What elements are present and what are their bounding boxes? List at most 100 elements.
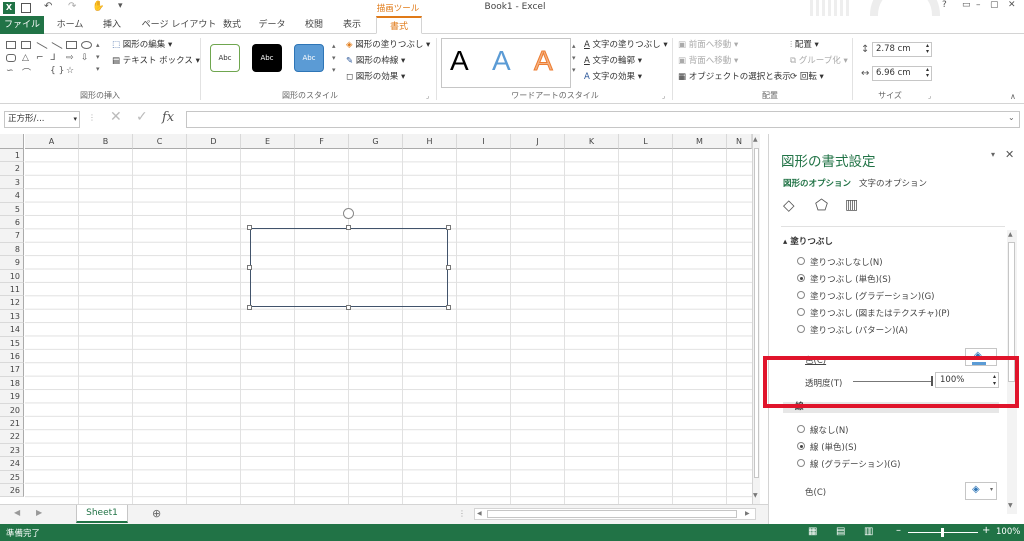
- ribbon-display-button[interactable]: ▭: [962, 0, 971, 10]
- text-fill-button[interactable]: A 文字の塗りつぶし ▾: [584, 39, 668, 51]
- resize-handle[interactable]: [247, 265, 252, 270]
- confirm-entry-icon[interactable]: ✓: [136, 109, 148, 125]
- shape-outline-button[interactable]: ✎ 図形の枠線 ▾: [346, 55, 405, 67]
- scroll-left-icon[interactable]: ◀: [477, 510, 482, 517]
- row-header[interactable]: 17: [0, 363, 24, 377]
- line-option[interactable]: 線 (単色)(S): [797, 441, 857, 453]
- radio-button[interactable]: [797, 459, 805, 467]
- radio-button[interactable]: [797, 442, 805, 450]
- freeform-shape-icon[interactable]: ⌒: [22, 66, 31, 79]
- row-header[interactable]: 5: [0, 202, 24, 216]
- fill-section-header[interactable]: ▴ 塗りつぶし: [783, 235, 833, 247]
- fill-option[interactable]: 塗りつぶし (グラデーション)(G): [797, 290, 934, 302]
- row-header[interactable]: 9: [0, 256, 24, 270]
- line-option[interactable]: 線なし(N): [797, 424, 849, 436]
- rotate-button[interactable]: ⟳ 回転 ▾: [790, 71, 824, 83]
- row-header[interactable]: 15: [0, 336, 24, 350]
- shape-style-blue[interactable]: Abc: [294, 44, 324, 72]
- vtextbox-shape-icon[interactable]: [21, 41, 31, 49]
- radio-button[interactable]: [797, 257, 805, 265]
- gallery-more-icon[interactable]: ▴ ▾ ▾: [96, 39, 100, 75]
- fill-option[interactable]: 塗りつぶし (パターン)(A): [797, 324, 908, 336]
- send-backward-button[interactable]: ▣ 背面へ移動 ▾: [678, 55, 738, 67]
- name-box[interactable]: 正方形/... ▾: [4, 111, 80, 128]
- dialog-launcher-icon[interactable]: ⌟: [928, 92, 931, 100]
- rectangle-shape[interactable]: [250, 228, 448, 307]
- shape-style-black[interactable]: Abc: [252, 44, 282, 72]
- row-header[interactable]: 6: [0, 216, 24, 230]
- line-color-button[interactable]: ◈ ▾: [965, 482, 997, 500]
- triangle-shape-icon[interactable]: △: [22, 53, 29, 63]
- scroll-down-icon[interactable]: ▼: [753, 492, 758, 499]
- oval-shape-icon[interactable]: [81, 41, 92, 49]
- width-input[interactable]: 6.96 cm ▴ ▾: [872, 66, 932, 81]
- row-header[interactable]: 3: [0, 175, 24, 190]
- shape-style-white[interactable]: Abc: [210, 44, 240, 72]
- scroll-up-icon[interactable]: ▲: [1008, 231, 1013, 238]
- down-arrow-shape-icon[interactable]: ⇩: [81, 53, 89, 63]
- insert-function-icon[interactable]: fx: [162, 110, 174, 125]
- dialog-launcher-icon[interactable]: ⌟: [426, 92, 429, 100]
- right-arrow-shape-icon[interactable]: ⇨: [66, 53, 74, 63]
- radio-button[interactable]: [797, 274, 805, 282]
- wordart-black[interactable]: A: [450, 45, 469, 77]
- fill-option[interactable]: 塗りつぶし (図またはテクスチャ)(P): [797, 307, 950, 319]
- new-sheet-button[interactable]: ⊕: [152, 507, 161, 520]
- row-header[interactable]: 14: [0, 323, 24, 337]
- hscroll-thumb[interactable]: [487, 510, 737, 518]
- column-header[interactable]: B: [79, 134, 133, 149]
- row-header[interactable]: 25: [0, 470, 24, 484]
- scroll-up-icon[interactable]: ▲: [753, 136, 758, 143]
- column-header[interactable]: K: [565, 134, 619, 149]
- spinner-icon[interactable]: ▴ ▾: [926, 43, 929, 55]
- size-properties-icon[interactable]: ▥: [845, 197, 858, 213]
- text-box-button[interactable]: ▤ テキスト ボックス ▾: [112, 55, 200, 67]
- text-effects-button[interactable]: A 文字の効果 ▾: [584, 71, 642, 83]
- row-header[interactable]: 26: [0, 484, 24, 498]
- column-header[interactable]: A: [25, 134, 79, 149]
- maximize-button[interactable]: ▢: [990, 0, 999, 10]
- shape-effects-button[interactable]: ◻ 図形の効果 ▾: [346, 71, 405, 83]
- bring-forward-button[interactable]: ▣ 前面へ移動 ▾: [678, 39, 738, 51]
- tab-format[interactable]: 書式: [376, 16, 422, 34]
- fill-line-icon[interactable]: ◇: [783, 196, 795, 214]
- row-header[interactable]: 21: [0, 417, 24, 431]
- curve-shape-icon[interactable]: ∽: [6, 66, 14, 76]
- zoom-in-icon[interactable]: +: [982, 525, 990, 536]
- star-shape-icon[interactable]: ☆: [66, 66, 74, 76]
- zoom-level[interactable]: 100%: [996, 527, 1020, 537]
- arrow-line-shape-icon[interactable]: [51, 42, 63, 49]
- align-button[interactable]: ⫶ 配置 ▾: [790, 39, 819, 51]
- sheet-tab-sheet1[interactable]: Sheet1: [76, 505, 128, 523]
- row-header[interactable]: 4: [0, 189, 24, 203]
- column-header[interactable]: E: [241, 134, 295, 149]
- height-input[interactable]: 2.78 cm ▴ ▾: [872, 42, 932, 57]
- chevron-down-icon[interactable]: ▾: [73, 112, 77, 127]
- resize-handle[interactable]: [346, 305, 351, 310]
- bracket-shape-icon[interactable]: { }: [50, 66, 64, 76]
- horizontal-scrollbar[interactable]: ◀ ▶: [474, 508, 756, 520]
- cell-grid[interactable]: [25, 149, 760, 504]
- effects-pentagon-icon[interactable]: ⬠: [815, 196, 828, 214]
- radio-button[interactable]: [797, 425, 805, 433]
- zoom-slider-thumb[interactable]: [941, 528, 944, 537]
- tab-data[interactable]: データ: [254, 16, 290, 34]
- wordart-gallery-more-icon[interactable]: ▴ ▾ ▾: [572, 40, 576, 76]
- tab-formulas[interactable]: 数式: [214, 16, 250, 34]
- scroll-thumb[interactable]: [754, 148, 759, 478]
- row-header[interactable]: 7: [0, 229, 24, 243]
- column-header[interactable]: G: [349, 134, 403, 149]
- wordart-orange[interactable]: A: [534, 45, 554, 77]
- fill-option[interactable]: 塗りつぶしなし(N): [797, 256, 883, 268]
- tab-insert[interactable]: 挿入: [94, 16, 130, 34]
- worksheet-grid[interactable]: ABCDEFGHIJKLMN 1 2 3 4 5 6 7 8 9 10 11 12 13 14 15 16 17…: [0, 134, 760, 504]
- cancel-entry-icon[interactable]: ✕: [110, 109, 122, 125]
- row-header[interactable]: 1: [0, 149, 24, 163]
- expand-formula-icon[interactable]: ⌄: [1008, 113, 1015, 122]
- tab-home[interactable]: ホーム: [48, 16, 92, 34]
- elbow-shape-icon[interactable]: ⌐: [36, 53, 44, 63]
- undo-icon[interactable]: ↶: [44, 1, 52, 12]
- resize-handle[interactable]: [346, 225, 351, 230]
- connector-shape-icon[interactable]: ᒧ: [50, 53, 56, 63]
- tab-review[interactable]: 校閲: [296, 16, 332, 34]
